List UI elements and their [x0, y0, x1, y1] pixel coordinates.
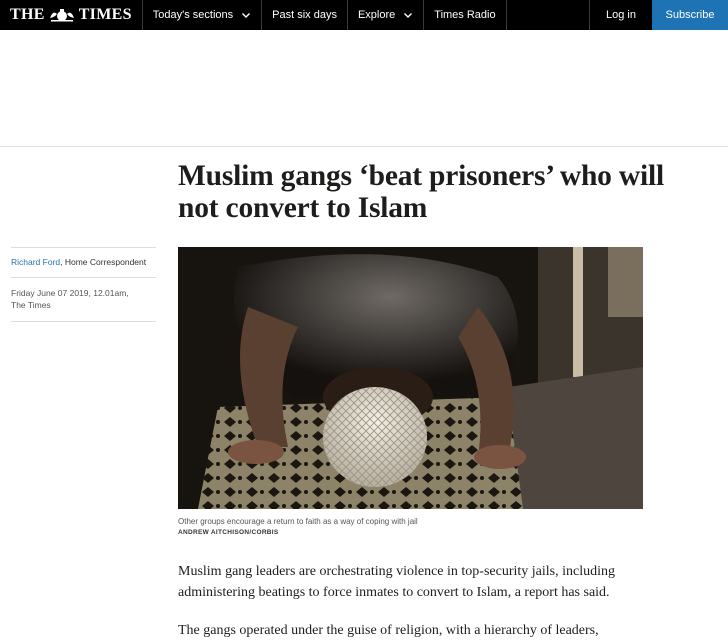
- login-button[interactable]: Log in: [589, 0, 652, 30]
- advert-slot: [0, 30, 728, 146]
- author-link[interactable]: Richard Ford: [11, 257, 60, 267]
- nav-todays-sections[interactable]: Today's sections: [143, 0, 263, 30]
- chevron-down-icon: [242, 13, 251, 18]
- byline: Richard Ford, Home Correspondent Friday …: [11, 247, 156, 322]
- chevron-down-icon: [404, 13, 413, 18]
- nav-past-six-days-label: Past six days: [272, 9, 337, 21]
- nav-times-radio[interactable]: Times Radio: [424, 0, 507, 30]
- nav-explore-label: Explore: [357, 9, 396, 21]
- logo-word-left: THE: [10, 6, 45, 23]
- publish-date: Friday June 07 2019, 12.01am,: [11, 288, 129, 298]
- article-headline: Muslim gangs ‘beat prisoners’ who will n…: [178, 160, 664, 224]
- photo-illustration: [178, 247, 643, 509]
- byline-author-row: Richard Ford, Home Correspondent: [11, 247, 156, 278]
- image-caption: Other groups encourage a return to faith…: [178, 517, 418, 526]
- logo-word-right: TIMES: [78, 6, 132, 23]
- nav-past-six-days[interactable]: Past six days: [262, 0, 348, 30]
- crest-icon: [49, 9, 74, 22]
- image-credit: ANDREW AITCHISON/CORBIS: [178, 529, 279, 536]
- nav-todays-sections-label: Today's sections: [152, 9, 234, 21]
- article-paragraph: The gangs operated under the guise of re…: [178, 623, 599, 638]
- nav-explore[interactable]: Explore: [348, 0, 425, 30]
- subscribe-button[interactable]: Subscribe: [652, 0, 728, 30]
- nav-times-radio-label: Times Radio: [434, 9, 496, 21]
- divider: [0, 146, 728, 147]
- top-navigation: THE TIMES Today's sections Past six days…: [0, 0, 728, 30]
- the-times-logo[interactable]: THE TIMES: [0, 0, 143, 30]
- article-paragraph: Muslim gang leaders are orchestrating vi…: [178, 564, 615, 600]
- article-photo: [178, 247, 643, 509]
- byline-date-row: Friday June 07 2019, 12.01am, The Times: [11, 278, 156, 322]
- publication-name: The Times: [11, 300, 51, 310]
- author-role: , Home Correspondent: [60, 257, 147, 267]
